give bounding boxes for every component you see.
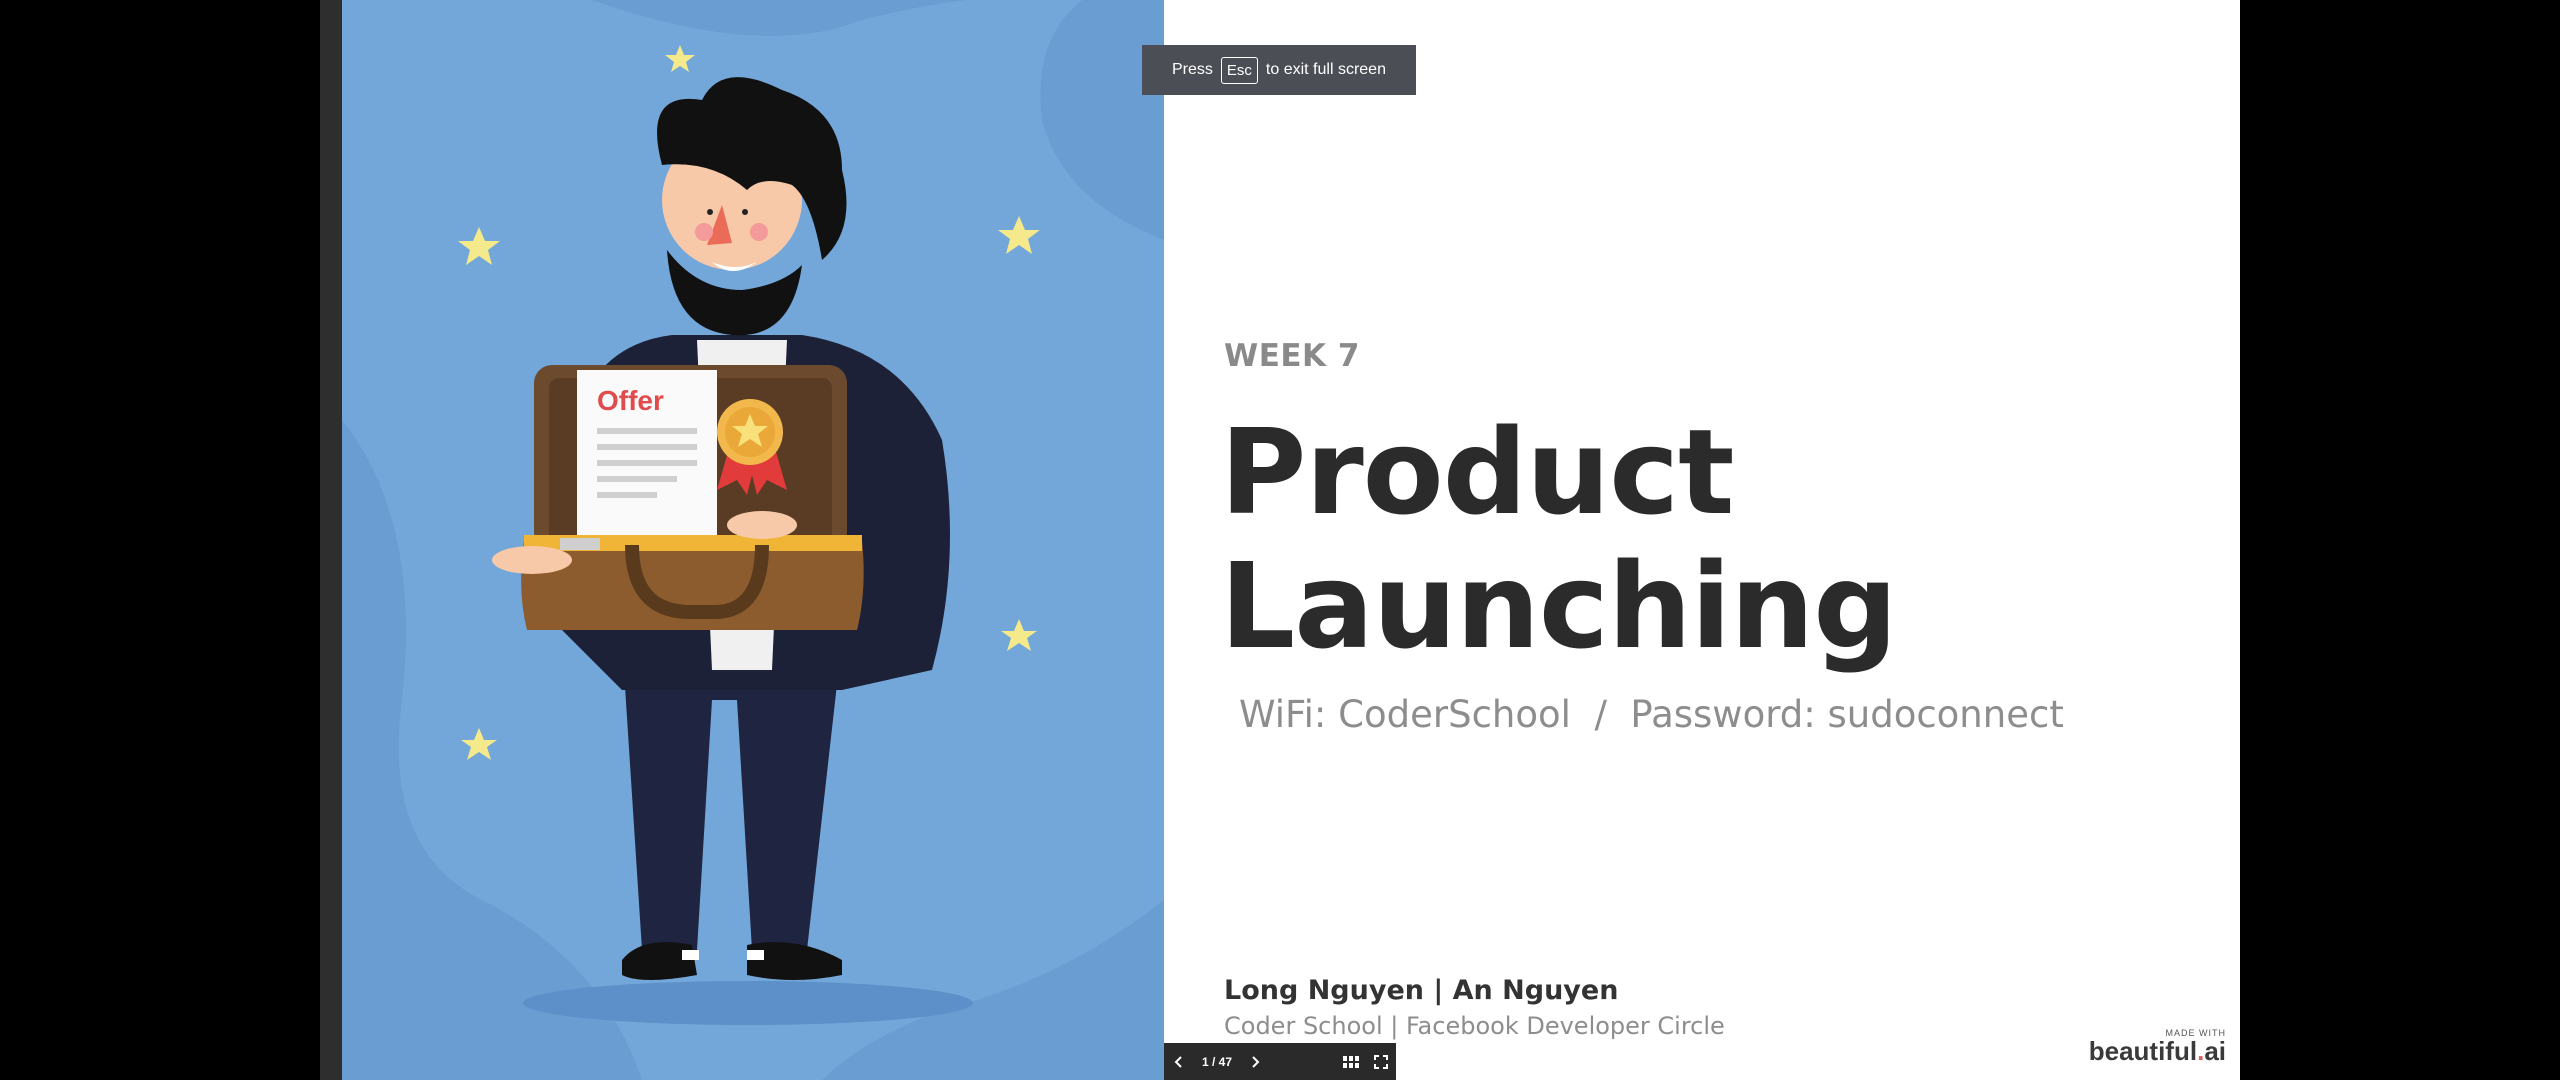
- star-icon: [461, 728, 497, 760]
- wifi-info: WiFi: CoderSchool / Password: sudoconnec…: [1239, 693, 2064, 736]
- offer-text: Offer: [597, 385, 664, 416]
- star-icon: [998, 216, 1040, 254]
- title-line-2: Launching: [1220, 537, 1898, 675]
- illustration-panel: Offer: [342, 0, 1164, 1080]
- previous-slide-button[interactable]: [1164, 1043, 1194, 1080]
- banner-press-text: Press: [1172, 61, 1213, 78]
- content-panel: WEEK 7 Product Launching WiFi: CoderScho…: [1164, 0, 2240, 1080]
- man-with-offer-briefcase-illustration: Offer: [342, 0, 1164, 1080]
- organization: Coder School | Facebook Developer Circle: [1224, 1012, 1725, 1040]
- esc-key-badge: Esc: [1220, 56, 1258, 84]
- star-icon: [665, 45, 695, 72]
- star-icon: [458, 227, 500, 265]
- fullscreen-toggle-button[interactable]: [1366, 1043, 1396, 1080]
- slide-navigation-bar: 1 / 47: [1164, 1043, 1396, 1080]
- grid-view-button[interactable]: [1336, 1043, 1366, 1080]
- made-with-beautiful-ai-logo[interactable]: MADE WITH beautiful.ai: [2089, 1028, 2226, 1064]
- title-line-1: Product: [1220, 403, 1735, 541]
- grid-icon: [1343, 1055, 1359, 1068]
- banner-rest-text: to exit full screen: [1265, 61, 1386, 78]
- page-indicator: 1 / 47: [1201, 1054, 1233, 1069]
- fullscreen-stage: Offer WEEK 7 Product Launching WiFi: Cod…: [0, 0, 2560, 1080]
- presentation-slide: Offer WEEK 7 Product Launching WiFi: Cod…: [342, 0, 2240, 1080]
- exit-fullscreen-banner: Press Esc to exit full screen: [1142, 45, 1416, 95]
- next-slide-button[interactable]: [1240, 1043, 1270, 1080]
- week-label: WEEK 7: [1224, 338, 1360, 374]
- fullscreen-icon: [1374, 1054, 1388, 1069]
- slide-title: Product Launching: [1220, 405, 2120, 673]
- beautiful-ai-wordmark: beautiful.ai: [2088, 1036, 2226, 1066]
- chevron-right-icon: [1252, 1055, 1260, 1068]
- chevron-left-icon: [1174, 1055, 1182, 1068]
- left-edge-strip: [320, 0, 342, 1080]
- authors: Long Nguyen | An Nguyen: [1224, 975, 1619, 1006]
- star-icon: [1001, 619, 1037, 651]
